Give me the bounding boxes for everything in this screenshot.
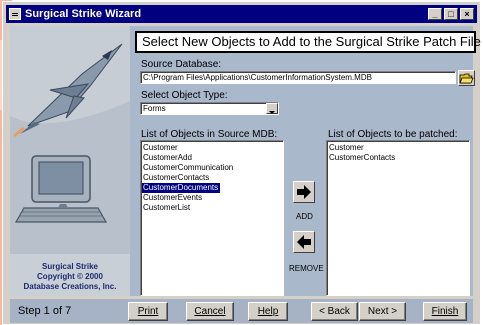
source-list-label: List of Objects in Source MDB: bbox=[141, 129, 278, 140]
print-button[interactable]: Print bbox=[128, 302, 168, 321]
credit-company: Database Creations, Inc. bbox=[23, 282, 117, 291]
list-item[interactable]: CustomerEvents bbox=[142, 193, 282, 203]
chevron-down-icon bbox=[269, 111, 275, 114]
object-type-label: Select Object Type: bbox=[141, 90, 228, 101]
credit-product-name: Surgical Strike bbox=[41, 262, 99, 271]
cancel-button-label: Cancel bbox=[194, 306, 226, 317]
wizard-window: Surgical Strike Wizard _ □ × Surgical St… bbox=[2, 1, 481, 325]
browse-folder-button[interactable] bbox=[458, 70, 475, 86]
remove-label: REMOVE bbox=[289, 264, 324, 273]
list-item[interactable]: CustomerContacts bbox=[142, 173, 282, 183]
source-database-label: Source Database: bbox=[141, 59, 222, 70]
print-button-label: Print bbox=[137, 306, 159, 317]
credit-copyright: Copyright © 2000 bbox=[37, 272, 103, 281]
step-indicator: Step 1 of 7 bbox=[18, 305, 72, 317]
patch-objects-list[interactable]: Customer CustomerContacts bbox=[326, 140, 470, 296]
help-button-label: Help bbox=[257, 306, 279, 317]
source-database-field[interactable]: C:\Program Files\Applications\CustomerIn… bbox=[140, 71, 456, 84]
source-objects-list[interactable]: Customer CustomerAdd CustomerCommunicati… bbox=[140, 140, 284, 296]
close-button[interactable]: × bbox=[460, 8, 474, 20]
jet-and-computer-illustration bbox=[10, 26, 130, 254]
wizard-heading: Select New Objects to Add to the Surgica… bbox=[135, 31, 481, 53]
open-folder-icon bbox=[459, 73, 474, 84]
minimize-button[interactable]: _ bbox=[428, 8, 442, 20]
arrow-right-icon bbox=[297, 185, 311, 199]
window-menu-icon[interactable] bbox=[9, 8, 21, 20]
next-button-label: Next > bbox=[367, 306, 398, 317]
patch-list-label: List of Objects to be patched: bbox=[328, 129, 458, 140]
finish-button[interactable]: Finish bbox=[423, 302, 467, 321]
next-button[interactable]: Next > bbox=[359, 302, 406, 321]
list-item[interactable]: Customer bbox=[142, 143, 282, 153]
object-type-select[interactable]: Forms bbox=[140, 102, 279, 115]
help-button[interactable]: Help bbox=[248, 302, 288, 321]
back-button-label: < Back bbox=[319, 306, 350, 317]
maximize-button[interactable]: □ bbox=[444, 8, 458, 20]
add-label: ADD bbox=[296, 212, 313, 221]
list-item[interactable]: CustomerCommunication bbox=[142, 163, 282, 173]
wizard-art-panel: Surgical Strike Copyright © 2000 Databas… bbox=[10, 26, 130, 296]
wizard-body: Surgical Strike Copyright © 2000 Databas… bbox=[10, 26, 481, 296]
list-item[interactable]: CustomerContacts bbox=[328, 153, 468, 163]
list-item[interactable]: Customer bbox=[328, 143, 468, 153]
list-item[interactable]: CustomerAdd bbox=[142, 153, 282, 163]
wizard-footer: Step 1 of 7 Print Cancel Help < Back Nex… bbox=[10, 299, 473, 323]
remove-button[interactable] bbox=[293, 231, 315, 253]
finish-button-label: Finish bbox=[431, 306, 459, 317]
window-title: Surgical Strike Wizard bbox=[25, 8, 142, 20]
title-bar[interactable]: Surgical Strike Wizard _ □ × bbox=[6, 5, 477, 23]
cancel-button[interactable]: Cancel bbox=[186, 302, 234, 321]
back-button[interactable]: < Back bbox=[311, 302, 358, 321]
list-item-selected[interactable]: CustomerDocuments bbox=[142, 183, 221, 193]
arrow-left-icon bbox=[297, 235, 311, 249]
object-type-dropdown-button[interactable] bbox=[266, 103, 278, 114]
list-item[interactable]: CustomerList bbox=[142, 203, 282, 213]
add-button[interactable] bbox=[293, 181, 315, 203]
